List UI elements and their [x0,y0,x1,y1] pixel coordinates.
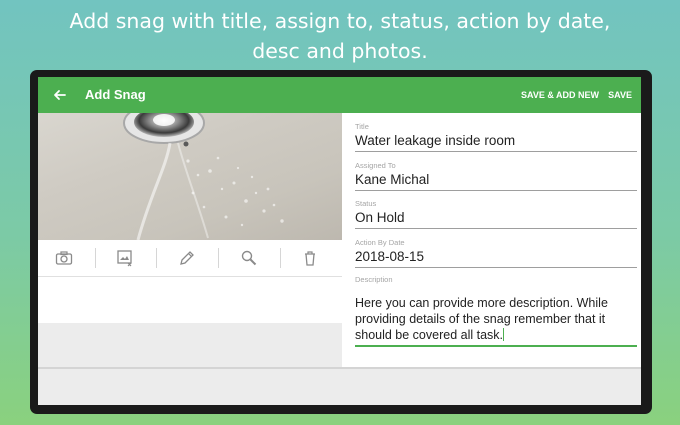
snag-photo[interactable] [38,113,342,240]
status-field[interactable]: On Hold [355,210,637,229]
action-by-date-field[interactable]: 2018-08-15 [355,249,637,268]
headline: Add snag with title, assign to, status, … [0,6,680,66]
app-screen: Add Snag SAVE & ADD NEW SAVE Title Water… [38,77,641,405]
text-cursor [503,328,505,341]
description-field[interactable]: Here you can provide more description. W… [355,295,637,347]
save-and-add-new-button[interactable]: SAVE & ADD NEW [521,90,599,100]
title-label: Title [355,122,369,131]
headline-line-2: desc and photos. [252,39,428,63]
arrow-back-icon[interactable] [50,85,70,105]
bottom-divider [38,367,641,369]
action-by-date-label: Action By Date [355,238,405,247]
toolbar-divider [280,248,281,268]
camera-icon[interactable] [54,248,74,268]
assigned-to-field[interactable]: Kane Michal [355,172,637,191]
app-bar: Add Snag SAVE & ADD NEW SAVE [38,77,641,113]
pencil-icon[interactable] [177,248,197,268]
photo-toolbar [38,240,342,277]
toolbar-divider [156,248,157,268]
status-label: Status [355,199,377,208]
photo-panel [38,113,342,323]
toolbar-divider [218,248,219,268]
title-field[interactable]: Water leakage inside room [355,133,637,152]
description-label: Description [355,275,393,284]
tablet-frame: Add Snag SAVE & ADD NEW SAVE Title Water… [30,70,652,414]
page-title: Add Snag [85,87,146,102]
snag-form: Title Water leakage inside room Assigned… [342,113,641,367]
toolbar-divider [95,248,96,268]
gallery-icon[interactable] [115,248,135,268]
description-text: Here you can provide more description. W… [355,296,608,342]
headline-line-1: Add snag with title, assign to, status, … [69,9,611,33]
zoom-icon[interactable] [239,248,259,268]
save-button[interactable]: SAVE [608,90,632,100]
assigned-to-label: Assigned To [355,161,396,170]
trash-icon[interactable] [300,248,320,268]
